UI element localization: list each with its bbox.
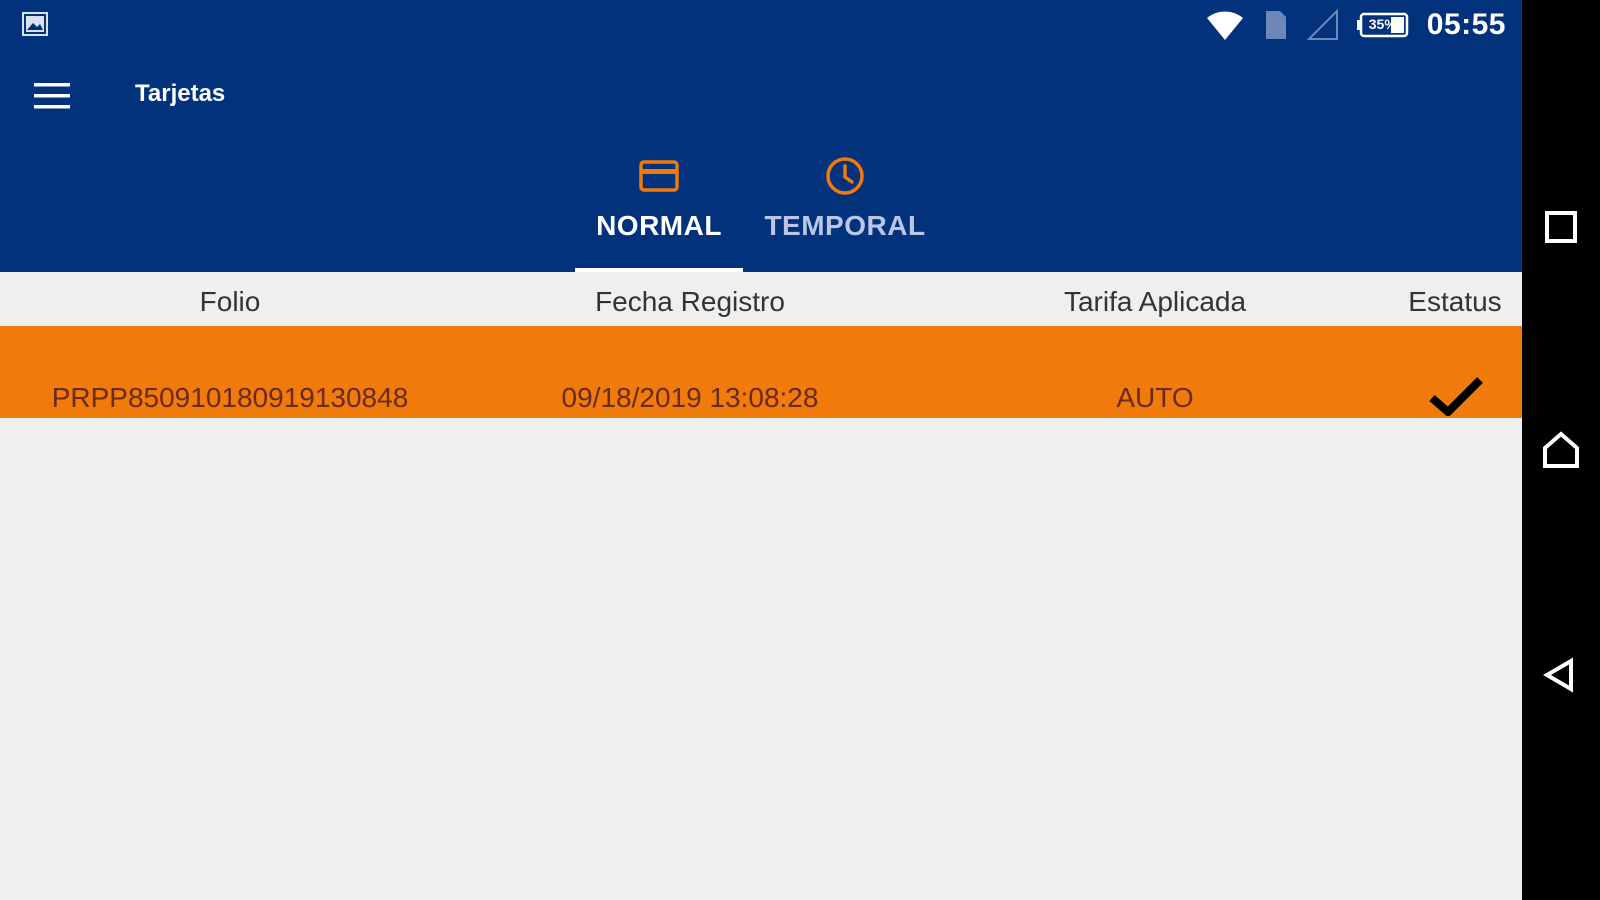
home-icon[interactable] [1541,430,1581,470]
column-header-estatus: Estatus [1408,286,1502,317]
tab-temporal[interactable]: TEMPORAL [760,140,930,272]
check-icon [1429,377,1483,416]
wifi-icon [1206,11,1243,40]
tab-bar: NORMAL TEMPORAL [0,140,1522,272]
recents-icon[interactable] [1541,207,1581,247]
cell-folio: PRPP850910180919130848 [51,382,409,413]
cell-fecha-registro: 09/18/2019 13:08:28 [561,382,819,413]
app-screen: 35% 05:55 Tarjetas NORMAL TEMPORAL Folio… [0,0,1522,900]
table-row[interactable]: PRPP850910180919130848 09/18/2019 13:08:… [0,326,1522,418]
page-title: Tarjetas [135,80,226,107]
signal-icon [1306,9,1338,40]
clock-time: 05:55 [1426,8,1506,41]
battery-icon: 35% [1356,12,1409,38]
column-header-fecha-registro: Fecha Registro [595,286,785,317]
tab-temporal-label: TEMPORAL [764,210,926,241]
column-header-tarifa-aplicada: Tarifa Aplicada [1063,286,1247,317]
tab-normal-label: NORMAL [596,210,722,241]
tab-normal[interactable]: NORMAL [575,140,743,272]
battery-percent: 35% [1368,16,1397,32]
sim-icon [1265,11,1286,39]
status-icons: 35% 05:55 [1205,6,1506,44]
hamburger-menu-icon[interactable] [30,74,74,118]
system-nav-bar [1522,0,1600,900]
clock-icon [826,157,864,195]
status-bar: 35% 05:55 [0,0,1522,50]
table-header: Folio Fecha Registro Tarifa Aplicada Est… [0,272,1522,326]
app-toolbar: Tarjetas [0,50,1522,140]
back-icon[interactable] [1541,655,1581,695]
image-icon [22,12,48,36]
credit-card-icon [639,160,679,192]
cell-tarifa-aplicada: AUTO [1116,382,1194,413]
column-header-folio: Folio [199,286,261,317]
